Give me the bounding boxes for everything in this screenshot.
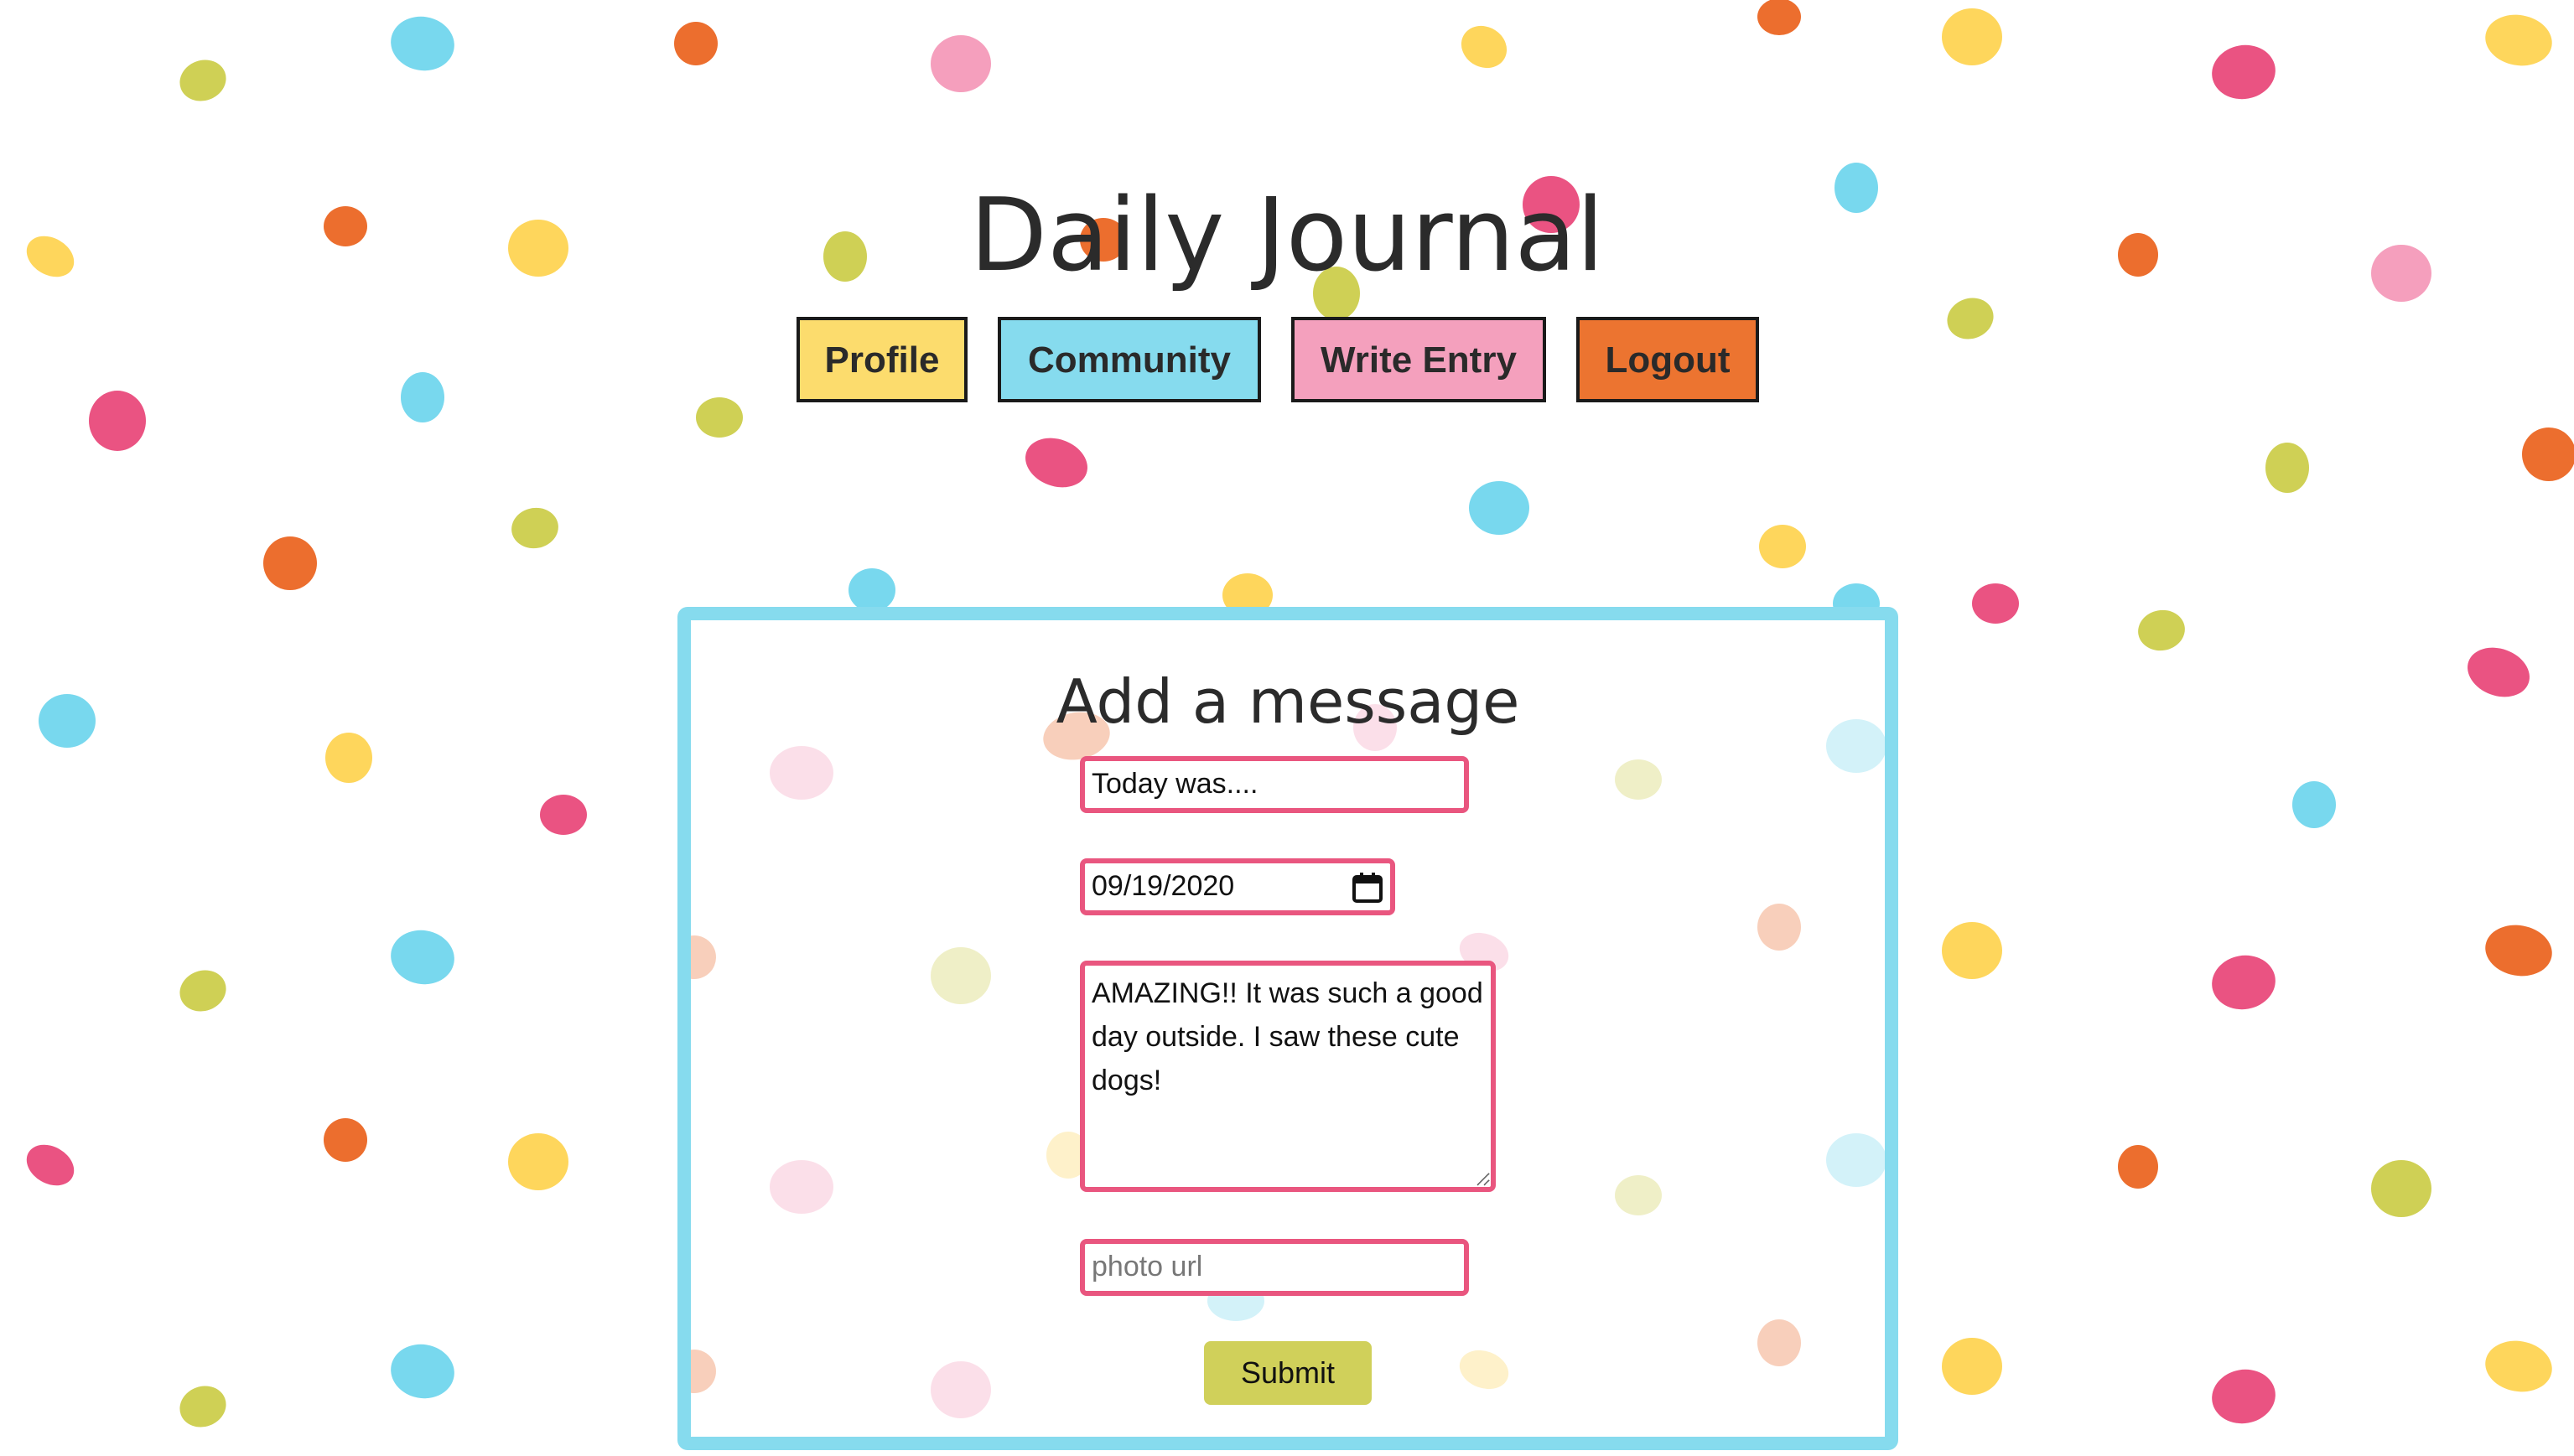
- confetti-dot: [391, 1344, 454, 1399]
- confetti-dot: [696, 397, 743, 438]
- confetti-dot: [2265, 443, 2309, 493]
- form-heading: Add a message: [1056, 669, 1520, 738]
- confetti-dot: [179, 60, 226, 101]
- confetti-dot: [1942, 1338, 2002, 1395]
- confetti-dot: [26, 1144, 75, 1186]
- add-message-card: Add a message 09/19/2020 Submit: [677, 607, 1898, 1450]
- calendar-icon[interactable]: [1350, 870, 1383, 904]
- confetti-dot: [324, 1118, 367, 1162]
- confetti-dot: [2485, 14, 2552, 66]
- confetti-dot: [179, 1386, 226, 1428]
- date-value: 09/19/2020: [1092, 870, 1235, 902]
- entry-date-input[interactable]: 09/19/2020: [1080, 858, 1395, 915]
- confetti-dot: [2212, 1369, 2276, 1424]
- confetti-dot: [89, 391, 146, 451]
- confetti-dot: [1461, 25, 1508, 69]
- page-title: Daily Journal: [969, 178, 1605, 295]
- confetti-dot: [1759, 525, 1806, 568]
- confetti-dot: [391, 930, 454, 985]
- card-confetti-dot: [1757, 904, 1801, 951]
- confetti-dot: [511, 507, 558, 549]
- card-confetti-dot: [931, 947, 991, 1004]
- nav-write-entry-button[interactable]: Write Entry: [1291, 317, 1546, 402]
- photo-url-input[interactable]: [1080, 1239, 1469, 1296]
- confetti-dot: [1942, 922, 2002, 979]
- confetti-dot: [2371, 1160, 2431, 1217]
- confetti-dot: [179, 970, 226, 1012]
- confetti-dot: [674, 22, 718, 65]
- confetti-dot: [391, 16, 454, 71]
- card-confetti-dot: [1615, 759, 1662, 800]
- nav-logout-button[interactable]: Logout: [1576, 317, 1759, 402]
- confetti-dot: [1942, 8, 2002, 65]
- confetti-dot: [2468, 647, 2530, 697]
- confetti-dot: [1972, 583, 2019, 624]
- confetti-dot: [1025, 438, 1087, 488]
- confetti-dot: [325, 733, 372, 783]
- confetti-dot: [2118, 1145, 2158, 1189]
- confetti-dot: [39, 694, 96, 748]
- card-confetti-dot: [691, 1350, 716, 1393]
- confetti-dot: [2292, 781, 2336, 828]
- confetti-dot: [401, 372, 444, 422]
- confetti-dot: [2212, 955, 2276, 1010]
- confetti-dot: [1757, 0, 1801, 35]
- card-confetti-dot: [1826, 1133, 1885, 1187]
- confetti-dot: [931, 35, 991, 92]
- confetti-dot: [2522, 427, 2574, 481]
- card-confetti-dot: [691, 935, 716, 979]
- nav-profile-button[interactable]: Profile: [797, 317, 968, 402]
- confetti-dot: [1469, 481, 1529, 535]
- entry-title-input[interactable]: [1080, 756, 1469, 813]
- confetti-dot: [2485, 1340, 2552, 1392]
- page: Daily Journal Profile Community Write En…: [0, 0, 2574, 1456]
- confetti-dot: [540, 795, 587, 835]
- confetti-dot: [508, 1133, 568, 1190]
- card-confetti-dot: [1757, 1319, 1801, 1366]
- confetti-dot: [2485, 925, 2552, 977]
- submit-button[interactable]: Submit: [1204, 1341, 1372, 1405]
- confetti-dot: [848, 568, 895, 612]
- entry-message-textarea[interactable]: [1080, 961, 1496, 1192]
- card-confetti-dot: [1615, 1175, 1662, 1215]
- card-confetti-dot: [770, 1160, 833, 1214]
- confetti-dot: [263, 536, 317, 590]
- card-confetti-dot: [770, 746, 833, 800]
- confetti-dot: [2212, 44, 2276, 100]
- card-confetti-dot: [931, 1361, 991, 1418]
- confetti-dot: [2138, 609, 2185, 651]
- card-confetti-dot: [1459, 1350, 1509, 1390]
- nav-community-button[interactable]: Community: [998, 317, 1261, 402]
